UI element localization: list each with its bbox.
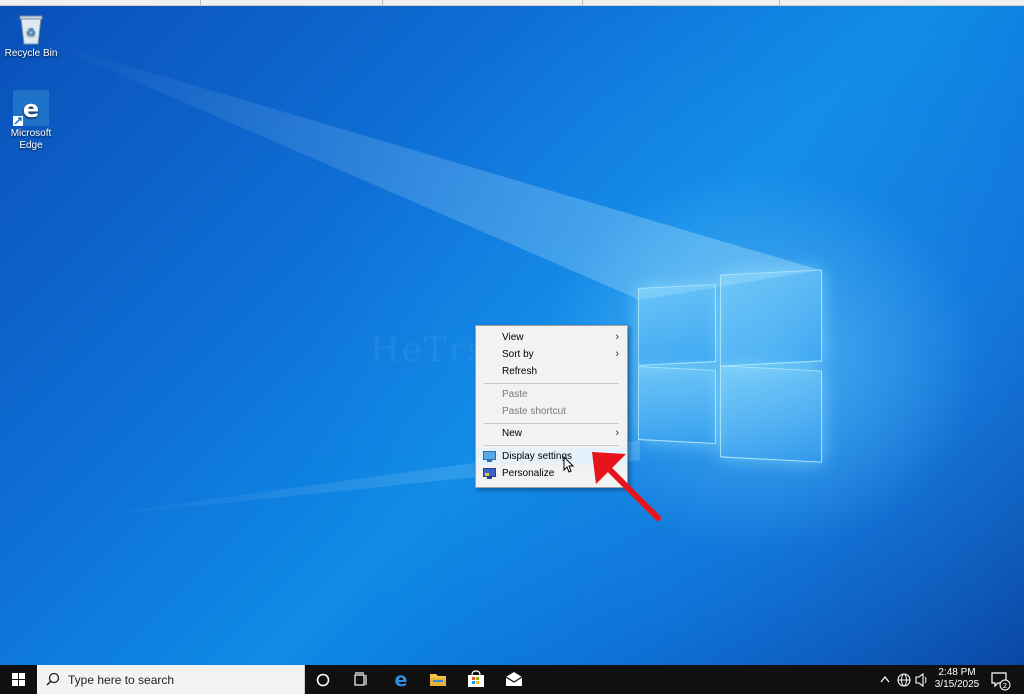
windows-start-icon xyxy=(12,673,25,686)
clock-date: 3/15/2025 xyxy=(934,679,980,690)
menu-item-refresh[interactable]: Refresh xyxy=(476,363,627,380)
menu-item-view-label: View xyxy=(502,332,524,343)
windows-logo-wallpaper xyxy=(636,268,826,463)
menu-item-paste[interactable]: Paste xyxy=(476,386,627,403)
mail-button[interactable] xyxy=(495,665,533,694)
menu-item-paste-shortcut-label: Paste shortcut xyxy=(502,406,566,417)
svg-text:♻: ♻ xyxy=(26,26,36,39)
menu-item-paste-shortcut[interactable]: Paste shortcut xyxy=(476,403,627,420)
clock-time: 2:48 PM xyxy=(938,667,976,678)
store-button[interactable] xyxy=(457,665,495,694)
search-box[interactable]: Type here to search xyxy=(37,665,305,694)
recycle-bin-label: Recycle Bin xyxy=(4,48,58,59)
edge-icon: e xyxy=(13,90,49,126)
mail-icon xyxy=(505,672,523,686)
menu-item-sort-by-label: Sort by xyxy=(502,349,534,360)
menu-item-sort-by[interactable]: Sort by › xyxy=(476,346,627,363)
svg-text:e: e xyxy=(395,669,408,691)
menu-item-paste-label: Paste xyxy=(502,389,528,400)
menu-item-new[interactable]: New › xyxy=(476,425,627,442)
menu-item-personalize-label: Personalize xyxy=(502,468,555,479)
file-explorer-button[interactable] xyxy=(419,665,457,694)
top-window-strip xyxy=(0,0,1024,6)
notification-count: 2 xyxy=(1003,682,1007,690)
chevron-right-icon: › xyxy=(615,427,619,439)
chevron-right-icon: › xyxy=(615,331,619,343)
menu-item-view[interactable]: View › xyxy=(476,329,627,346)
volume-button[interactable] xyxy=(914,665,930,694)
network-button[interactable] xyxy=(896,665,912,694)
recycle-bin-shortcut[interactable]: ♻ Recycle Bin xyxy=(0,10,62,60)
mouse-cursor-icon xyxy=(563,456,575,473)
search-icon xyxy=(46,672,60,686)
file-explorer-icon xyxy=(430,674,446,686)
start-button[interactable] xyxy=(0,665,37,694)
menu-item-new-label: New xyxy=(502,428,523,439)
edge-icon: e xyxy=(395,669,408,691)
red-pointer-arrow-icon xyxy=(592,452,661,521)
svg-text:e: e xyxy=(23,95,39,123)
menu-separator xyxy=(484,383,619,384)
taskbar: Type here to search e 2:48 PM 3/15/2025 … xyxy=(0,665,1024,694)
desktop[interactable]: HeTrs HL ♻ Recycle Bin e Microsoft Edge … xyxy=(0,0,1024,665)
notification-icon: 2 xyxy=(991,672,1011,691)
cortana-button[interactable] xyxy=(305,665,343,694)
taskbar-edge-button[interactable]: e xyxy=(381,665,419,694)
action-center-button[interactable]: 2 xyxy=(990,665,1012,694)
chevron-up-icon xyxy=(880,676,890,683)
chevron-right-icon: › xyxy=(615,348,619,360)
globe-network-icon xyxy=(897,673,911,687)
search-placeholder: Type here to search xyxy=(68,673,175,687)
clock[interactable]: 2:48 PM 3/15/2025 xyxy=(930,667,984,691)
cortana-icon xyxy=(316,673,330,687)
store-icon xyxy=(468,670,484,687)
show-hidden-icons-button[interactable] xyxy=(878,665,892,694)
personalize-icon xyxy=(483,468,496,479)
task-view-button[interactable] xyxy=(343,665,381,694)
display-icon xyxy=(483,451,496,462)
menu-item-refresh-label: Refresh xyxy=(502,366,538,377)
recycle-bin-icon: ♻ xyxy=(13,10,49,46)
microsoft-edge-label: Microsoft Edge xyxy=(10,128,52,151)
menu-item-display-settings-label: Display settings xyxy=(502,451,573,462)
microsoft-edge-shortcut[interactable]: e Microsoft Edge xyxy=(0,90,62,152)
speaker-icon xyxy=(915,672,927,688)
menu-separator xyxy=(484,445,619,446)
menu-separator xyxy=(484,423,619,424)
task-view-icon xyxy=(354,672,367,686)
